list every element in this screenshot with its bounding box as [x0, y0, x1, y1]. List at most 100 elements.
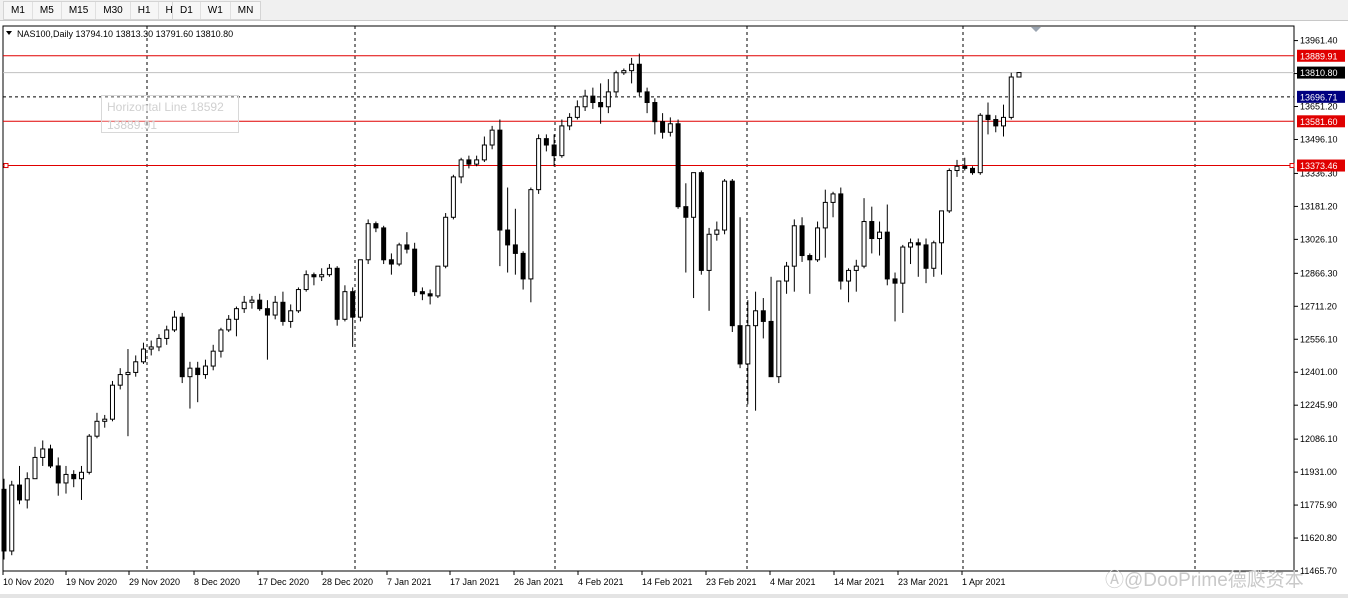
candle-bullish: [187, 361, 193, 409]
candle-bullish: [164, 325, 170, 345]
candle-body: [683, 206, 689, 218]
candle-bullish: [109, 380, 115, 422]
candle-bullish: [210, 344, 216, 371]
timeframe-button-m5[interactable]: M5: [33, 2, 62, 19]
candle-body: [412, 248, 418, 293]
candle-bullish: [954, 159, 960, 177]
candle-body: [226, 318, 232, 331]
candle-body: [861, 221, 867, 267]
candle-body: [288, 310, 294, 322]
timeframe-button-d1[interactable]: D1: [173, 2, 201, 19]
candle-bullish: [977, 113, 983, 175]
candle-bullish: [241, 295, 247, 313]
candle-body: [396, 244, 402, 265]
candle-body: [489, 129, 495, 146]
candle-body: [931, 242, 937, 269]
candle-body: [543, 138, 549, 146]
candle-body: [16, 484, 22, 501]
line-handle-right[interactable]: [1289, 163, 1295, 169]
candle-body: [156, 337, 162, 348]
candle-body: [512, 244, 518, 254]
candle-body: [838, 193, 844, 282]
candle-bullish: [481, 136, 487, 163]
candle-bullish: [24, 472, 30, 509]
candle-body: [846, 269, 852, 282]
candle-body: [946, 170, 952, 212]
candle-bullish: [450, 174, 456, 220]
candle-body: [319, 274, 325, 278]
candle-body: [171, 316, 177, 331]
candle-body: [660, 121, 666, 133]
candle-body: [1008, 76, 1014, 118]
candle-bullish: [218, 327, 224, 358]
date-axis-label: 10 Nov 2020: [3, 577, 54, 587]
candle-body: [807, 255, 813, 261]
candle-bullish: [326, 264, 332, 277]
price-axis-label: 13496.10: [1300, 134, 1338, 144]
candle-bullish: [791, 219, 797, 292]
price-axis-label: 12866.30: [1300, 268, 1338, 278]
candle-bullish: [900, 244, 906, 313]
candle-body: [233, 308, 239, 320]
candle-bearish: [497, 119, 503, 267]
timeframe-button-h1[interactable]: H1: [131, 2, 159, 19]
candle-bearish: [807, 253, 813, 294]
candle-bearish: [892, 272, 898, 322]
line-handle-left[interactable]: [3, 163, 9, 169]
candle-bearish: [179, 312, 185, 384]
candle-body: [884, 231, 890, 280]
candle-body: [706, 233, 712, 271]
price-axis-label: 11465.70: [1300, 566, 1337, 576]
candle-body: [381, 227, 387, 261]
candle-body: [768, 320, 774, 378]
candle-bullish: [1008, 72, 1014, 120]
candle-bearish: [427, 289, 433, 305]
date-axis-label: 28 Dec 2020: [322, 577, 373, 587]
candle-bullish: [861, 198, 867, 269]
horizontal-line-name: Horizontal Line 18592: [107, 100, 224, 114]
candle-body: [900, 246, 906, 284]
timeframe-button-m1[interactable]: M1: [4, 2, 33, 19]
candle-body: [342, 291, 348, 320]
date-axis-label: 19 Nov 2020: [66, 577, 117, 587]
candle-bullish: [94, 412, 100, 439]
candle-bearish: [590, 87, 596, 109]
candle-bearish: [71, 470, 77, 488]
candle-bearish: [652, 98, 658, 135]
watermark-text: Ⓐ@DooPrime德瓞资本: [1105, 570, 1304, 591]
candle-body: [698, 172, 704, 271]
candle-bearish: [520, 251, 526, 290]
date-axis-label: 29 Nov 2020: [129, 577, 180, 587]
timeframe-button-m15[interactable]: M15: [62, 2, 97, 19]
candle-body: [47, 448, 53, 467]
timeframe-button-m30[interactable]: M30: [96, 2, 131, 19]
candle-body: [536, 138, 542, 191]
candle-bearish: [311, 272, 317, 286]
candle-body: [908, 242, 914, 248]
candle-body: [799, 225, 805, 257]
candle-body: [117, 374, 123, 386]
candle-bullish: [776, 280, 782, 384]
candle-bearish: [543, 134, 549, 152]
candle-body: [760, 310, 766, 322]
date-axis-label: 7 Jan 2021: [387, 577, 432, 587]
horizontal-scrollbar[interactable]: [0, 594, 1348, 598]
candle-bullish: [156, 334, 162, 352]
date-axis-label: 4 Mar 2021: [770, 577, 816, 587]
timeframe-button-mn[interactable]: MN: [231, 2, 261, 19]
candle-bearish: [55, 457, 61, 496]
timeframe-button-w1[interactable]: W1: [201, 2, 231, 19]
chart-area[interactable]: 13961.4013806.2513651.2013496.1013336.30…: [0, 21, 1348, 598]
timeframe-group-higher: D1 W1 MN: [172, 1, 262, 20]
candle-body: [784, 265, 790, 282]
candle-bullish: [272, 295, 278, 320]
candle-body: [574, 106, 580, 118]
candle-bullish: [714, 221, 720, 241]
candle-body: [745, 325, 751, 365]
symbol-dropdown-icon[interactable]: [6, 31, 12, 35]
candle-body: [218, 329, 224, 352]
candle-body: [125, 371, 131, 376]
candle-bearish: [838, 187, 844, 290]
candle-body: [257, 299, 263, 310]
chart-shift-marker[interactable]: [1031, 27, 1041, 32]
